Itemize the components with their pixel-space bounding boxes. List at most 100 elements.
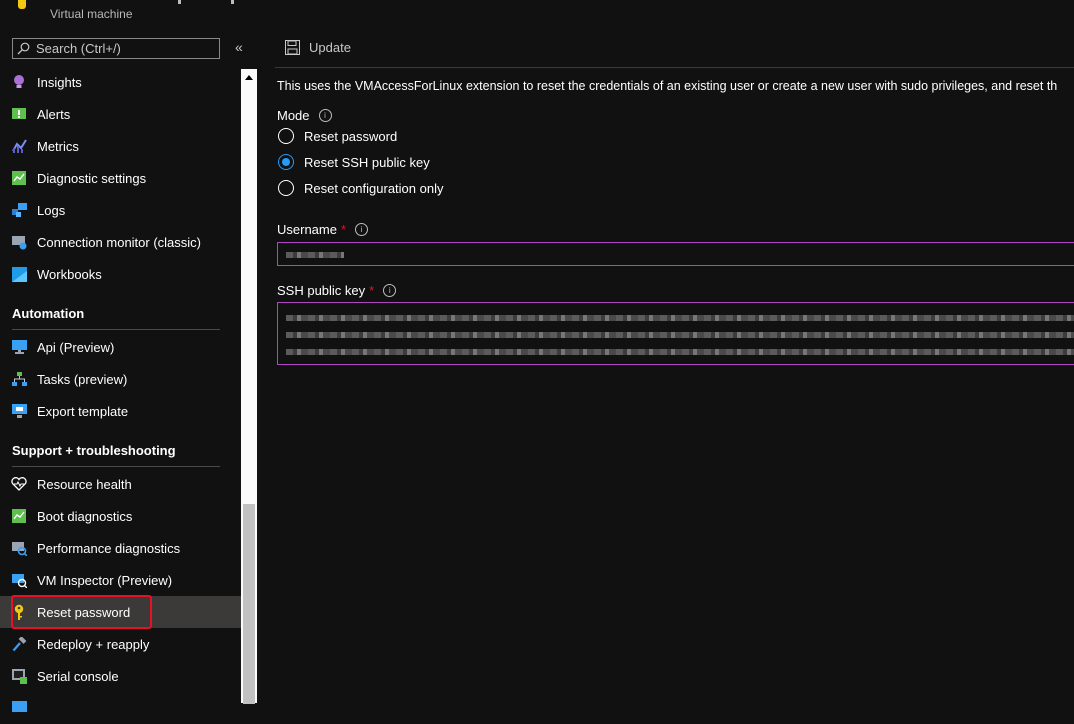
sidebar-item-label: Alerts — [37, 106, 71, 122]
resource-type-label: Virtual machine — [50, 7, 133, 21]
lightbulb-icon — [11, 74, 27, 90]
sidebar-item-label: Boot diagnostics — [37, 508, 133, 524]
ssh-key-label-text: SSH public key — [277, 283, 366, 298]
resource-menu: Search (Ctrl+/) « Insights Alerts Metric… — [0, 30, 257, 712]
sidebar-item-label: Metrics — [37, 138, 79, 154]
sidebar-item-label: Performance diagnostics — [37, 540, 181, 556]
mode-label-text: Mode — [277, 108, 310, 123]
redacted-username — [286, 252, 344, 258]
sidebar-item-insights[interactable]: Insights — [0, 66, 241, 98]
required-asterisk: * — [369, 283, 375, 298]
sidebar-item-diagnostic-settings[interactable]: Diagnostic settings — [0, 162, 241, 194]
performance-diagnostics-icon — [11, 540, 27, 556]
radio-button-selected[interactable] — [278, 154, 294, 170]
update-button[interactable]: Update — [285, 40, 351, 55]
title-fragment — [178, 0, 181, 4]
info-icon[interactable]: i — [383, 284, 397, 297]
sidebar-item-label: Serial console — [37, 668, 119, 684]
search-placeholder: Search (Ctrl+/) — [36, 41, 121, 56]
diagnostic-settings-icon — [11, 170, 27, 186]
radio-label: Reset password — [304, 128, 398, 144]
blade-header: Virtual machine — [0, 0, 1074, 30]
ssh-public-key-textarea[interactable] — [277, 302, 1074, 365]
search-input[interactable]: Search (Ctrl+/) — [12, 38, 220, 59]
sidebar-scrollbar[interactable] — [241, 69, 257, 704]
search-icon — [17, 42, 30, 55]
radio-reset-ssh-public-key[interactable]: Reset SSH public key — [278, 154, 430, 170]
title-fragment — [231, 0, 234, 4]
required-asterisk: * — [340, 222, 347, 237]
sidebar-item-label: Api (Preview) — [37, 339, 115, 355]
username-field[interactable] — [277, 242, 1074, 266]
boot-diagnostics-icon — [11, 508, 27, 524]
section-divider — [12, 466, 220, 467]
sidebar-item-export-template[interactable]: Export template — [0, 395, 241, 427]
radio-reset-password[interactable]: Reset password — [278, 128, 397, 144]
sidebar-item-cutoff[interactable] — [0, 692, 241, 724]
username-label-text: Username — [277, 222, 337, 237]
section-heading-automation: Automation — [12, 306, 85, 321]
info-icon[interactable]: i — [318, 109, 332, 122]
sidebar-item-logs[interactable]: Logs — [0, 194, 241, 226]
highlight-annotation — [11, 595, 152, 629]
sidebar-item-connection-monitor[interactable]: Connection monitor (classic) — [0, 226, 241, 258]
save-disk-icon — [285, 40, 300, 55]
scroll-up-arrow-icon[interactable] — [241, 69, 257, 85]
redacted-key-line — [286, 332, 1074, 338]
api-icon — [11, 339, 27, 355]
metrics-chart-icon — [11, 138, 27, 154]
sidebar-item-label: Export template — [37, 403, 129, 419]
sidebar-item-label: Diagnostic settings — [37, 170, 147, 186]
serial-console-icon — [11, 668, 27, 684]
radio-button[interactable] — [278, 180, 294, 196]
sidebar-item-label: Redeploy + reapply — [37, 636, 150, 652]
virtual-machine-icon — [18, 0, 26, 9]
sidebar-item-metrics[interactable]: Metrics — [0, 130, 241, 162]
workbooks-icon — [11, 266, 27, 282]
sidebar-item-boot-diagnostics[interactable]: Boot diagnostics — [0, 500, 241, 532]
sidebar-item-resource-health[interactable]: Resource health — [0, 468, 241, 500]
info-icon[interactable]: i — [355, 223, 369, 236]
username-label: Username * i — [277, 222, 369, 237]
sidebar-item-label: Logs — [37, 202, 66, 218]
sidebar-item-performance-diagnostics[interactable]: Performance diagnostics — [0, 532, 241, 564]
ssh-key-label: SSH public key * i — [277, 283, 397, 298]
section-divider — [12, 329, 220, 330]
sidebar-item-label: VM Inspector (Preview) — [37, 572, 173, 588]
radio-button[interactable] — [278, 128, 294, 144]
sidebar-item-label: Tasks (preview) — [37, 371, 128, 387]
redacted-key-line — [286, 349, 1074, 355]
sidebar-item-api[interactable]: Api (Preview) — [0, 331, 241, 363]
heart-pulse-icon — [11, 476, 27, 492]
sidebar-item-workbooks[interactable]: Workbooks — [0, 258, 241, 290]
reset-password-blade: Update This uses the VMAccessForLinux ex… — [257, 30, 1074, 703]
sidebar-item-label: Resource health — [37, 476, 132, 492]
sidebar-item-serial-console[interactable]: Serial console — [0, 660, 241, 692]
description-text: This uses the VMAccessForLinux extension… — [277, 79, 1058, 93]
vm-inspector-icon — [11, 572, 27, 588]
radio-label: Reset configuration only — [304, 180, 444, 196]
tasks-icon — [11, 371, 27, 387]
sidebar-item-redeploy[interactable]: Redeploy + reapply — [0, 628, 241, 660]
sidebar-item-tasks[interactable]: Tasks (preview) — [0, 363, 241, 395]
toolbar-divider — [275, 67, 1074, 68]
export-template-icon — [11, 403, 27, 419]
connection-monitor-icon — [11, 234, 27, 250]
sidebar-item-label: Insights — [37, 74, 82, 90]
radio-reset-configuration-only[interactable]: Reset configuration only — [278, 180, 443, 196]
vm-icon — [11, 700, 27, 716]
mode-label: Mode i — [277, 108, 332, 123]
collapse-menu-icon[interactable]: « — [235, 39, 243, 55]
section-heading-support: Support + troubleshooting — [12, 443, 176, 458]
radio-label: Reset SSH public key — [304, 154, 430, 170]
scrollbar-thumb[interactable] — [243, 504, 255, 704]
redacted-key-line — [286, 315, 1074, 321]
alert-icon — [11, 106, 27, 122]
sidebar-item-vm-inspector[interactable]: VM Inspector (Preview) — [0, 564, 241, 596]
sidebar-item-alerts[interactable]: Alerts — [0, 98, 241, 130]
update-label: Update — [309, 40, 351, 55]
sidebar-item-label: Workbooks — [37, 266, 102, 282]
hammer-icon — [11, 636, 27, 652]
sidebar-item-label: Connection monitor (classic) — [37, 234, 202, 250]
logs-icon — [11, 202, 27, 218]
